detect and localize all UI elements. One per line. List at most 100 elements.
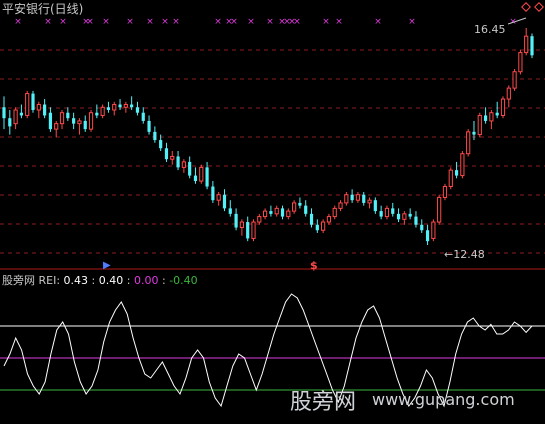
candle-body-up <box>500 98 506 116</box>
candle-body-down <box>188 161 192 176</box>
candle-body-down <box>280 208 285 217</box>
candle-body-up <box>286 210 291 218</box>
candle-body-down <box>193 175 198 182</box>
candle-body-up <box>518 52 523 73</box>
watermark-url: www.gupang.com <box>372 390 515 409</box>
candle-body-up <box>506 87 511 100</box>
candle-body-down <box>106 107 111 110</box>
cross-marker: × <box>146 17 154 27</box>
cross-marker: × <box>59 17 67 27</box>
indicator-sep: : <box>91 274 96 287</box>
candle-body-down <box>228 208 232 214</box>
candle-body-up <box>321 221 326 231</box>
candle-body-up <box>181 161 186 168</box>
candle-body-down <box>425 230 430 242</box>
indicator-sep: : <box>126 274 131 287</box>
candle-body-down <box>83 120 87 130</box>
candle-body-down <box>304 205 308 214</box>
candle-body-up <box>13 109 18 125</box>
candle-body-down <box>159 140 163 149</box>
indicator-value-rei: 0.43 <box>63 274 89 287</box>
high-price-value: 16.45 <box>474 23 506 36</box>
indicator-value-mid: 0.00 <box>133 274 159 287</box>
candle-body-down <box>391 208 395 214</box>
candle-body-down <box>420 224 424 231</box>
indicator-header: 股旁网 REI: 0.43 : 0.40 : 0.00 : -0.40 <box>2 274 198 288</box>
candle-body-down <box>153 131 157 141</box>
cross-marker: × <box>214 17 222 27</box>
candle-body-down <box>66 112 70 119</box>
indicator-name: REI: <box>38 274 61 287</box>
low-price-label: ←12.48 <box>444 248 485 262</box>
candle-body-up <box>437 196 442 223</box>
candle-body-down <box>309 213 314 225</box>
candle-body-up <box>123 104 128 108</box>
candle-body-up <box>274 207 279 215</box>
cross-marker: × <box>44 17 52 27</box>
diamond-icon <box>521 2 531 12</box>
candle-body-up <box>199 166 204 182</box>
candle-body-down <box>43 104 47 116</box>
candle-body-down <box>8 118 12 127</box>
candle-body-down <box>48 112 53 130</box>
candle-body-up <box>257 216 262 223</box>
candle-body-up <box>112 104 117 111</box>
candle-body-up <box>524 35 529 54</box>
cross-marker: × <box>14 17 22 27</box>
cross-marker: × <box>322 17 330 27</box>
cross-marker: × <box>172 17 180 27</box>
candle-body-down <box>19 112 24 116</box>
candle-body-up <box>263 210 268 218</box>
candle-body-down <box>379 211 383 217</box>
candle-body-down <box>130 104 134 108</box>
candle-body-down <box>2 107 6 119</box>
cross-marker: × <box>335 17 343 27</box>
candle-body-up <box>88 112 94 130</box>
candle-body-up <box>54 123 59 130</box>
candle-body-up <box>384 207 390 218</box>
candle-body-down <box>211 186 215 201</box>
candle-body-down <box>141 112 145 121</box>
dollar-signal-icon: $ <box>310 259 318 272</box>
candle-body-up <box>292 202 297 212</box>
candle-body-up <box>251 221 256 239</box>
candle-body-up <box>338 202 343 209</box>
candle-body-down <box>362 194 366 203</box>
candle-body-down <box>396 213 401 220</box>
candle-body-down <box>350 194 354 201</box>
candle-body-down <box>530 36 534 56</box>
cross-marker: × <box>374 17 382 27</box>
candle-body-up <box>477 114 482 136</box>
cross-marker: × <box>247 17 255 27</box>
candle-body-down <box>222 194 227 209</box>
candle-body-down <box>205 167 209 187</box>
candle-body-down <box>298 202 302 206</box>
candle-body-up <box>25 93 30 116</box>
cross-marker: × <box>230 17 238 27</box>
cross-marker: × <box>102 17 110 27</box>
candle-body-down <box>408 213 412 217</box>
watermark-cn: 股旁网 <box>290 390 357 415</box>
candle-body-up <box>431 221 436 239</box>
candle-body-down <box>118 104 122 108</box>
candle-body-up <box>489 112 494 122</box>
candle-body-down <box>31 93 35 110</box>
chart-title: 平安银行(日线) <box>2 2 84 16</box>
low-arrow-icon: ← <box>444 248 454 261</box>
candle-body-up <box>367 199 372 204</box>
candle-body-up <box>239 221 244 229</box>
candle-body-up <box>36 104 41 111</box>
candle-body-up <box>448 169 453 188</box>
candle-body-down <box>483 115 488 121</box>
cross-marker: × <box>126 17 134 27</box>
candle-body-down <box>176 156 180 168</box>
low-price-value: 12.48 <box>453 248 485 261</box>
candle-body-up <box>77 120 82 125</box>
arrow-signal-icon: ▶ <box>103 260 111 271</box>
chart-canvas: ××××××××××××××××××××××××▶$ <box>0 2 545 408</box>
candle-body-down <box>95 112 99 116</box>
candle-body-up <box>442 186 448 198</box>
indicator-source: 股旁网 <box>2 274 35 287</box>
candle-body-down <box>472 131 476 135</box>
cross-marker: × <box>266 17 274 27</box>
